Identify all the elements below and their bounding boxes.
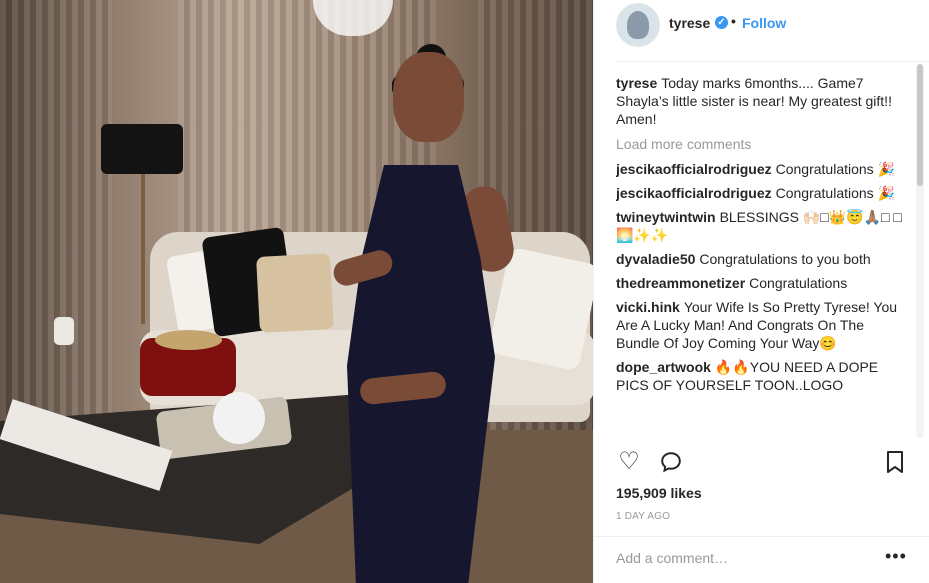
- bookmark-icon[interactable]: [884, 450, 906, 474]
- comment-divider: [594, 536, 929, 537]
- follow-button[interactable]: Follow: [742, 15, 786, 31]
- like-count[interactable]: 195,909 likes: [616, 485, 702, 501]
- comment-username[interactable]: dope_artwook: [616, 359, 711, 375]
- white-flower: [213, 392, 265, 444]
- add-comment-input[interactable]: [616, 546, 866, 570]
- post-time: 1 DAY AGO: [616, 511, 671, 522]
- caption-username[interactable]: tyrese: [616, 75, 657, 91]
- caption-text: Today marks 6months.... Game7 Shayla’s l…: [616, 75, 892, 127]
- comment-item: thedreammonetizer Congratulations: [616, 274, 908, 292]
- load-more-comments[interactable]: Load more comments: [616, 135, 908, 153]
- comment-item: twineytwintwin BLESSINGS 🙌🏻□👑😇🙏🏽□ □🌅✨✨: [616, 208, 908, 244]
- header-username[interactable]: tyrese: [669, 15, 710, 31]
- gold-flower-top: [155, 330, 222, 350]
- comment-text: Congratulations 🎉: [775, 185, 895, 201]
- caption: tyrese Today marks 6months.... Game7 Shay…: [616, 74, 908, 128]
- comment-text: Congratulations: [749, 275, 848, 291]
- comment-username[interactable]: dyvaladie50: [616, 251, 695, 267]
- heart-icon[interactable]: ♡: [616, 450, 642, 474]
- comment-item: vicki.hink Your Wife Is So Pretty Tyrese!…: [616, 298, 908, 352]
- profile-avatar[interactable]: [616, 3, 660, 47]
- person-face: [393, 52, 464, 142]
- comment-username[interactable]: vicki.hink: [616, 299, 680, 315]
- separator-dot: •: [731, 13, 736, 29]
- comment-item: dyvaladie50 Congratulations to you both: [616, 250, 908, 268]
- comment-item: dope_artwook 🔥🔥YOU NEED A DOPE PICS OF YO…: [616, 358, 908, 394]
- post-photo[interactable]: [0, 0, 593, 583]
- comment-text: Congratulations 🎉: [775, 161, 895, 177]
- lamp-shade: [101, 124, 183, 174]
- comment-item: jescikaofficialrodriguez Congratulations …: [616, 184, 908, 202]
- comment-text: Congratulations to you both: [699, 251, 871, 267]
- comment-username[interactable]: jescikaofficialrodriguez: [616, 185, 772, 201]
- comment-username[interactable]: jescikaofficialrodriguez: [616, 161, 772, 177]
- comments-scroll-thumb[interactable]: [917, 64, 923, 186]
- verified-badge-icon: ✓: [715, 16, 728, 29]
- comment-username[interactable]: twineytwintwin: [616, 209, 716, 225]
- post-side-panel: tyrese ✓ • Follow tyrese Today marks 6mon…: [593, 0, 929, 583]
- lamp-stand: [141, 174, 145, 324]
- comments-scrollbar[interactable]: [916, 64, 924, 438]
- gold-pillow: [256, 253, 334, 333]
- comment-icon[interactable]: [658, 450, 684, 474]
- avatar-figure: [627, 11, 649, 39]
- post-header: tyrese ✓ • Follow: [594, 0, 929, 48]
- post-actions: ♡: [616, 450, 908, 474]
- header-divider: [616, 61, 929, 62]
- comment-item: jescikaofficialrodriguez Congratulations …: [616, 160, 908, 178]
- candle: [54, 317, 74, 345]
- comment-username[interactable]: thedreammonetizer: [616, 275, 745, 291]
- comments-list[interactable]: tyrese Today marks 6months.... Game7 Shay…: [616, 74, 908, 437]
- more-options-icon[interactable]: •••: [885, 547, 907, 565]
